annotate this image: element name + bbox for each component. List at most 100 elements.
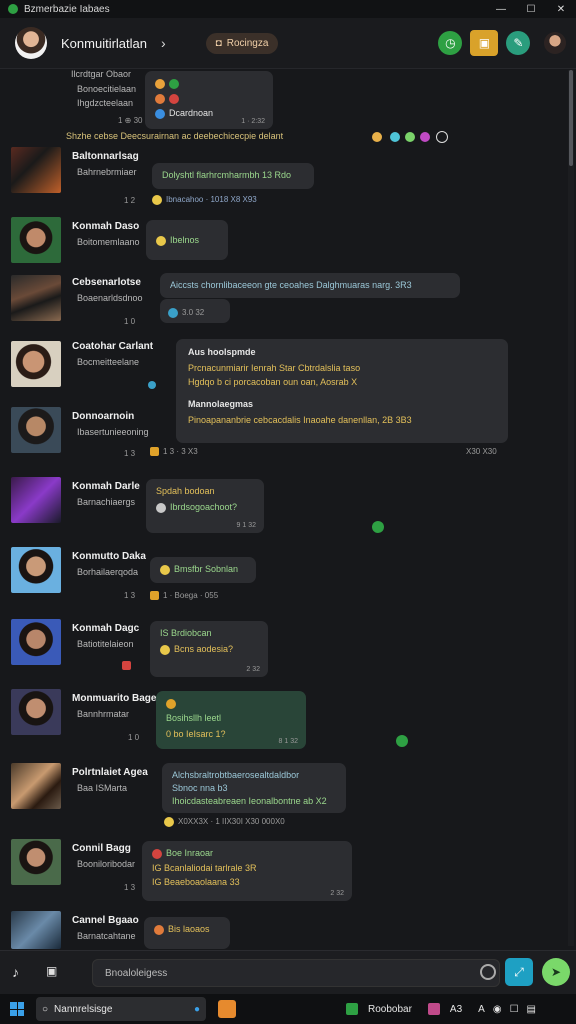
intro-bubble-label: Dcardnoan — [169, 108, 214, 119]
thumbnail[interactable] — [11, 477, 61, 523]
user-name[interactable]: Coatohar Carlant — [72, 341, 153, 352]
list-item[interactable]: Cannel Bgaao Barnatcahtane Bis laoaos — [0, 911, 566, 949]
share-button[interactable]: ⤢ — [505, 958, 533, 986]
profile-avatar[interactable] — [544, 32, 567, 54]
list-item[interactable]: Connil Bagg Booniloribodar 1 3 Boe Inrao… — [0, 839, 566, 903]
message-composer: ♪ ▣ Bnoaloleigess ⤢ ➤ — [0, 950, 576, 995]
message-time: 8 1 32 — [278, 738, 298, 745]
chevron-right-icon[interactable]: › — [161, 35, 166, 51]
message-feed[interactable]: Ilcrdtgar Obaor Bonoecitielaan Ihgdzctee… — [0, 69, 566, 949]
list-item: Ilcrdtgar Obaor Bonoecitielaan Ihgdzctee… — [0, 69, 566, 129]
message-text: Ihoicdasteabreaen Ieonalbontne ab X2 — [172, 796, 327, 806]
wifi-icon[interactable]: ◉ — [493, 1004, 502, 1015]
message-bubble[interactable]: Dolyshtl flarhrcmharmbh 13 Rdo — [152, 163, 314, 189]
message-bubble[interactable]: Bis laoaos — [144, 917, 230, 949]
message-title: Aus hoolspmde — [188, 347, 256, 357]
intro-line-3: Ihgdzcteelaan — [77, 98, 134, 108]
send-button[interactable]: ➤ — [542, 958, 570, 986]
emoji-picker-icon[interactable] — [480, 964, 496, 980]
user-subtitle: Booniloribodar — [77, 859, 136, 869]
message-bubble[interactable]: IS Brdiobcan Bcns aodesia? 2 32 — [150, 621, 268, 677]
user-name[interactable]: Polrtnlaiet Agea — [72, 767, 148, 778]
taskbar-app[interactable]: A3 — [427, 1003, 463, 1015]
thumbnail[interactable] — [11, 341, 61, 387]
message-bubble[interactable]: 3.0 32 — [160, 299, 230, 323]
music-note-icon[interactable]: ♪ — [12, 964, 19, 980]
window-icon[interactable]: ☐ — [510, 1004, 519, 1015]
message-bubble[interactable]: Boe Inraoar IG Bcanlaliodai tarlrale 3R … — [142, 841, 352, 901]
page-title[interactable]: Konmuitirlatlan — [61, 36, 147, 51]
item-meta: 1 3 — [124, 591, 136, 600]
thumbnail[interactable] — [11, 619, 61, 665]
window-titlebar: Bzmerbazie Iabaes — ☐ ✕ — [0, 0, 576, 18]
start-icon[interactable] — [10, 1002, 24, 1016]
rocingza-button[interactable]: ◘ Rocingza — [205, 32, 279, 54]
message-bubble[interactable]: Bosihsllh leetl 0 bo IeIsarc 1? 8 1 32 — [156, 691, 306, 749]
close-button[interactable]: ✕ — [546, 4, 576, 15]
scrollbar-thumb[interactable] — [569, 70, 573, 166]
attach-icon[interactable]: ▣ — [46, 964, 57, 978]
list-item[interactable]: Donnoarnoin Ibasertunieeoning 1 3 1 3 · … — [0, 407, 566, 467]
user-name[interactable]: Monmuarito Bage — [72, 693, 156, 704]
minimize-button[interactable]: — — [486, 4, 516, 15]
list-item[interactable]: Konmutto Daka Borhailaerqoda 1 3 Bmsfbr … — [0, 547, 566, 607]
thumbnail[interactable] — [11, 407, 61, 453]
user-name[interactable]: Donnoarnoin — [72, 411, 134, 422]
thumbnail[interactable] — [11, 689, 61, 735]
list-item[interactable]: Monmuarito Bage Bannhrmatar 1 0 Bosihsll… — [0, 689, 566, 751]
user-name[interactable]: Konmutto Daka — [72, 551, 146, 562]
search-icon: ○ — [42, 1003, 49, 1015]
system-tray[interactable]: A ◉ ☐ ▤ — [478, 1004, 536, 1015]
thumbnail[interactable] — [11, 547, 61, 593]
taskbar-app-icon[interactable] — [218, 1000, 236, 1018]
item-meta: 1 2 — [124, 196, 136, 205]
thumbnail[interactable] — [11, 839, 61, 885]
chat-icon[interactable]: ✎ — [506, 31, 531, 55]
user-subtitle: Bannhrmatar — [77, 709, 130, 719]
taskbar-app-label: A3 — [449, 1003, 463, 1015]
message-bubble[interactable]: Bmsfbr Sobnlan — [150, 557, 256, 583]
message-bubble[interactable]: Aiccsts chornlibaceeon gte ceoahes Dalgh… — [160, 273, 460, 298]
message-bubble[interactable]: Alchsbraltrobtbaerosealtdaldbor Sbnoc nn… — [162, 763, 346, 813]
message-bubble[interactable]: Dcardnoan 1 · 2:32 — [145, 71, 273, 129]
user-subtitle: Bocmeitteelane — [77, 357, 140, 367]
user-name[interactable]: Baltonnarlsag — [72, 151, 139, 162]
user-name[interactable]: Cebsenarlotse — [72, 277, 141, 288]
list-item[interactable]: Cebsenarlotse Boaenarldsdnoo 1 0 Aiccsts… — [0, 273, 566, 335]
message-time: 9 1 32 — [236, 522, 256, 529]
avatar[interactable] — [15, 27, 47, 59]
emoji-icon — [390, 132, 400, 142]
taskbar-search[interactable]: ○ Nannrelsisge ● — [36, 997, 206, 1021]
message-text: Ibelnos — [170, 235, 200, 245]
thumbnail[interactable] — [11, 763, 61, 809]
user-name[interactable]: Konmah Darle — [72, 481, 140, 492]
user-name[interactable]: Connil Bagg — [72, 843, 131, 854]
list-item[interactable]: Polrtnlaiet Agea Baa ISMarta Alchsbraltr… — [0, 763, 566, 827]
user-name[interactable]: Cannel Bgaao — [72, 915, 139, 926]
thumbnail[interactable] — [11, 911, 61, 949]
user-name[interactable]: Konmah Daso — [72, 221, 139, 232]
message-bubble[interactable]: Spdah bodoan Ibrdsogoachoot? 9 1 32 — [146, 479, 264, 533]
intro-meta: 1 ⊕ 30 — [118, 116, 143, 125]
notification-icon[interactable]: ▤ — [527, 1004, 536, 1015]
list-item[interactable]: Baltonnarlsag Bahrnebrmiaer 1 2 Dolyshtl… — [0, 147, 566, 209]
user-subtitle: Boaenarldsdnoo — [77, 293, 143, 303]
clock-icon[interactable]: ◷ — [438, 31, 463, 55]
thumbnail[interactable] — [11, 147, 61, 193]
user-name[interactable]: Konmah Dagc — [72, 623, 139, 634]
message-input[interactable]: Bnoaloleigess — [92, 959, 500, 987]
list-item[interactable]: Konmah Daso Boitomemlaano Ibelnos — [0, 217, 566, 267]
list-item[interactable]: Konmah Darle Barnachiaergs Spdah bodoan … — [0, 477, 566, 539]
list-item[interactable]: Konmah Dagc Batiotitelaieon IS Brdiobcan… — [0, 619, 566, 681]
item-info-text: 1 · Boega · 055 — [163, 591, 219, 600]
scrollbar[interactable] — [568, 70, 574, 946]
thumbnail[interactable] — [11, 275, 61, 321]
thumbnail[interactable] — [11, 217, 61, 263]
taskbar-app[interactable]: Roobobar — [346, 1003, 412, 1015]
diamond-icon — [148, 381, 156, 389]
user-subtitle: Barnachiaergs — [77, 497, 136, 507]
message-bubble[interactable]: Ibelnos — [146, 220, 228, 260]
maximize-button[interactable]: ☐ — [516, 4, 546, 15]
calendar-icon[interactable]: ▣ — [470, 30, 499, 56]
message-input-placeholder: Bnoaloleigess — [105, 967, 168, 979]
